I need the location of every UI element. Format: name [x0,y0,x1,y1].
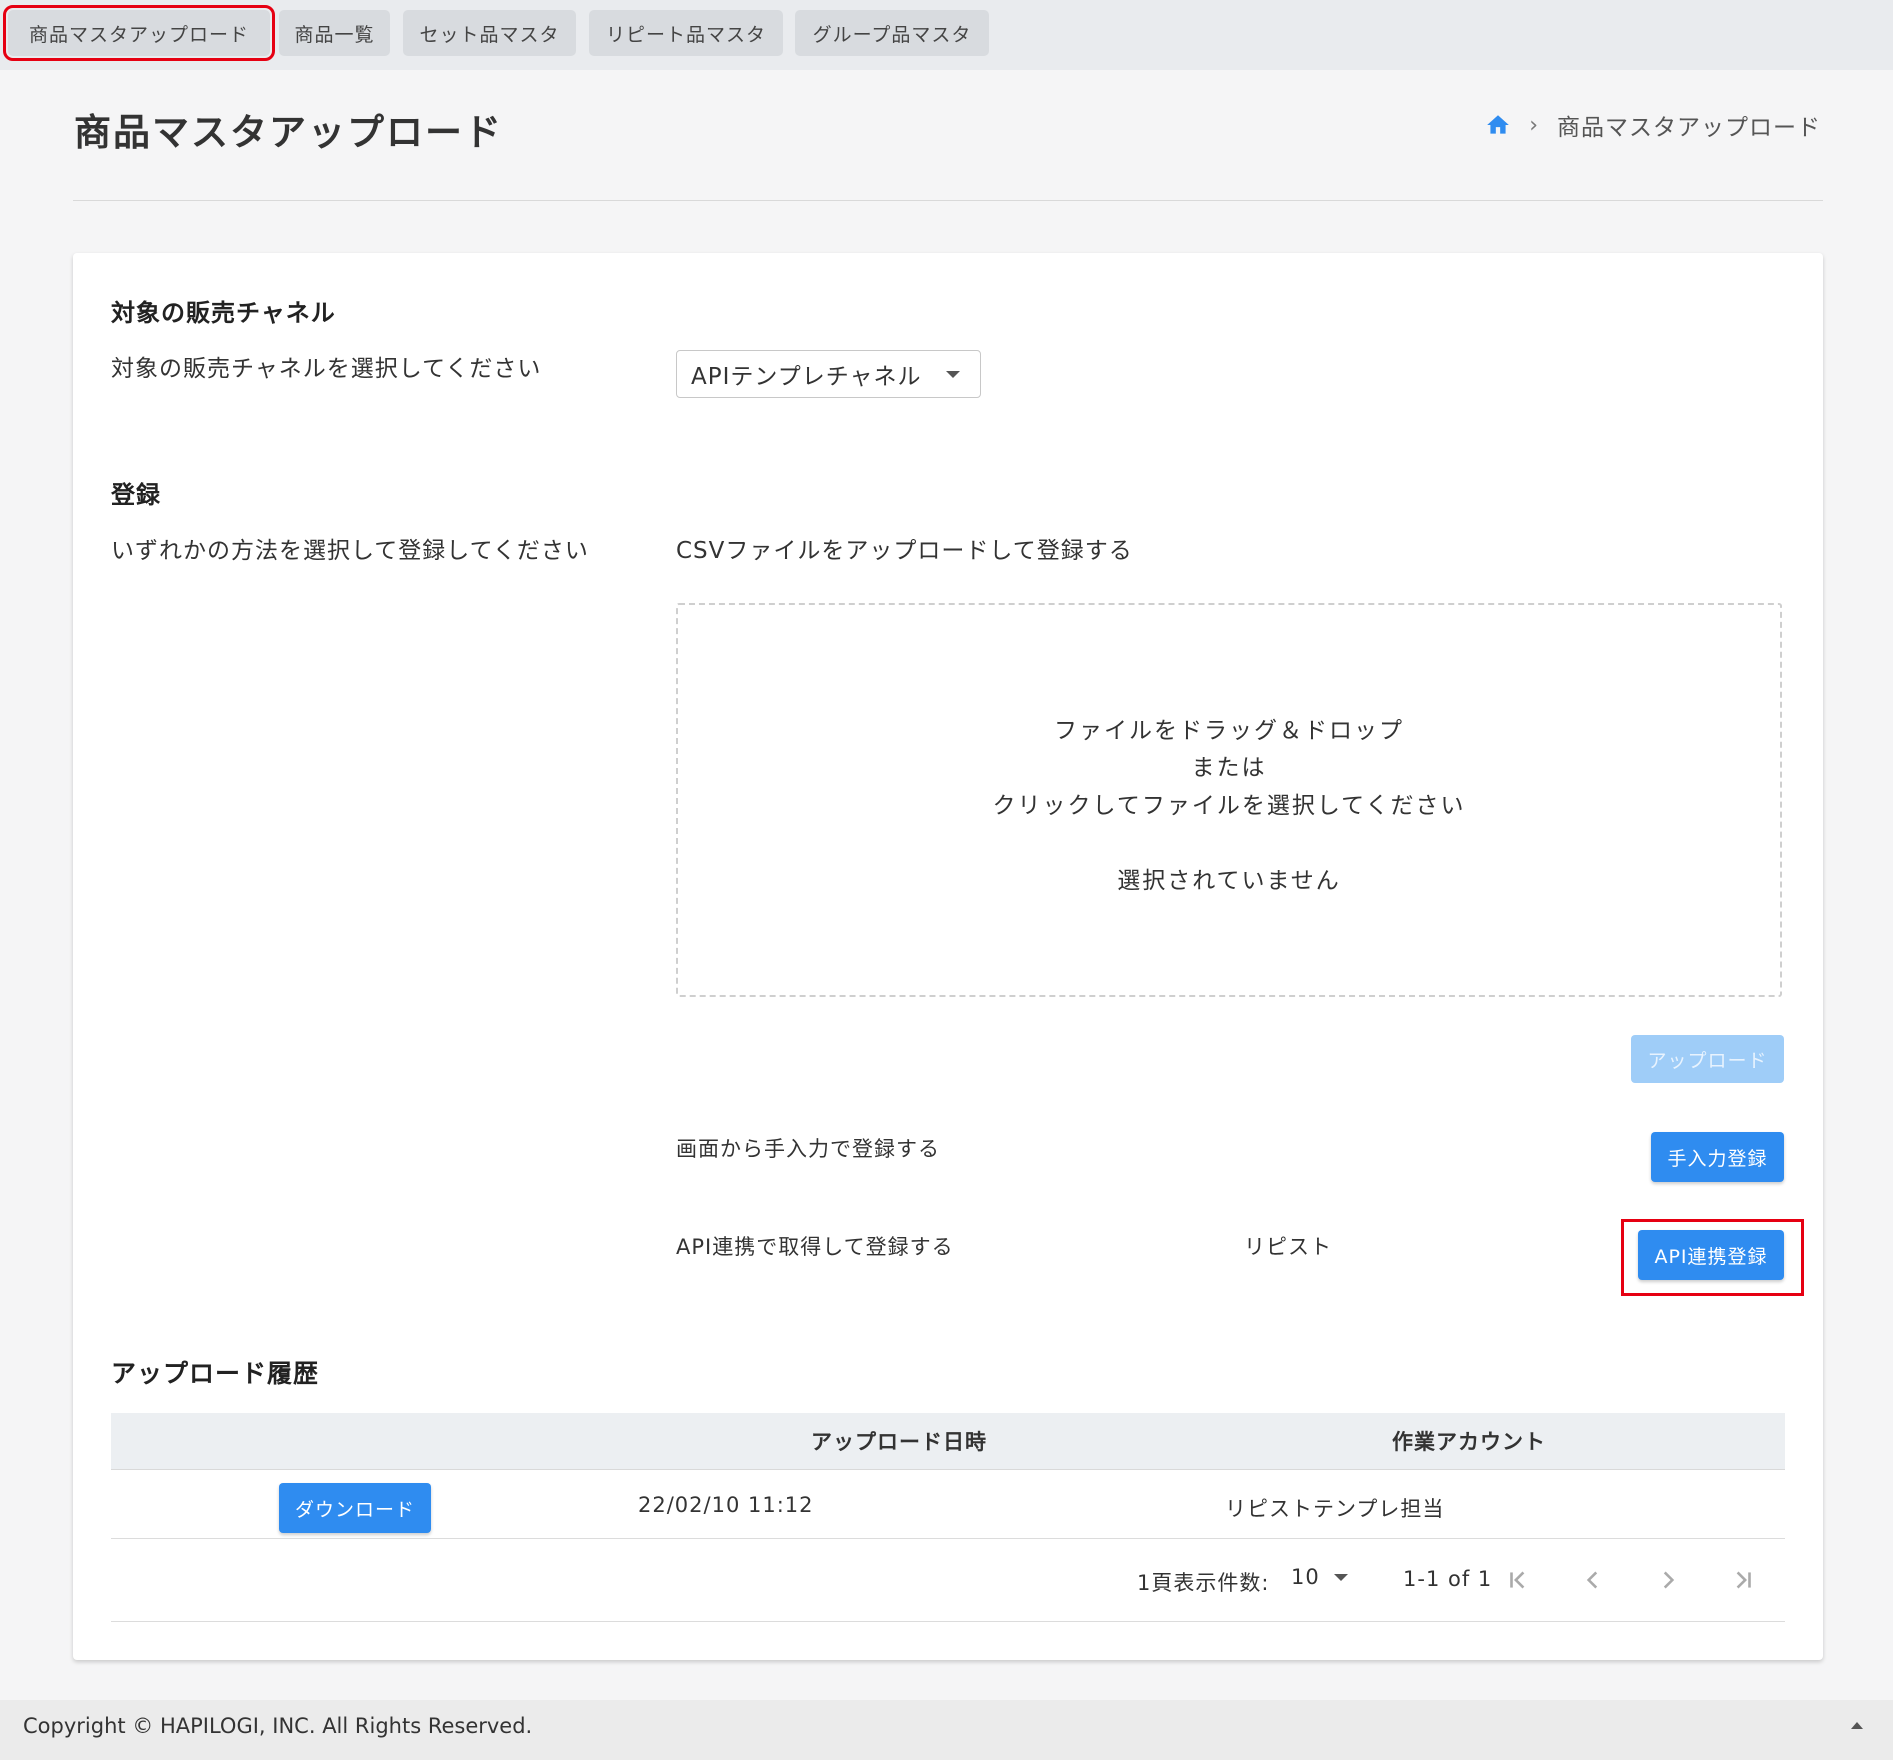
download-button[interactable]: ダウンロード [279,1483,431,1533]
manual-entry-label: 画面から手入力で登録する [676,1137,940,1161]
channel-select[interactable]: APIテンプレチャネル [676,350,981,398]
dropzone-file-status: 選択されていません [1117,868,1341,894]
channel-description: 対象の販売チャネルを選択してください [111,356,542,382]
api-register-button[interactable]: API連携登録 [1638,1230,1784,1280]
csv-upload-label: CSVファイルをアップロードして登録する [676,538,1133,564]
column-header-upload-datetime: アップロード日時 [811,1430,987,1454]
rows-per-page-value: 10 [1291,1565,1320,1589]
row-divider [111,1538,1785,1539]
tab-repeat-product-master[interactable]: リピート品マスタ [589,10,783,56]
channel-heading: 対象の販売チャネル [111,299,336,327]
first-page-icon[interactable] [1505,1567,1531,1593]
rows-per-page-select[interactable]: 10 [1291,1565,1348,1589]
row-account: リピストテンプレ担当 [1225,1497,1445,1521]
dropzone-text-drag: ファイルをドラッグ＆ドロップ [1054,718,1404,744]
tab-group-product-master[interactable]: グループ品マスタ [795,10,989,56]
scroll-top-icon[interactable] [1851,1722,1863,1729]
tab-set-product-master[interactable]: セット品マスタ [403,10,576,56]
breadcrumb-current: 商品マスタアップロード [1557,115,1821,141]
breadcrumb: › 商品マスタアップロード [1485,108,1821,142]
footer: Copyright © HAPILOGI, INC. All Rights Re… [0,1700,1893,1760]
manual-entry-button[interactable]: 手入力登録 [1651,1132,1784,1182]
rows-per-page-label: 1頁表示件数: [1137,1571,1270,1595]
next-page-icon[interactable] [1655,1567,1681,1593]
caret-down-icon [946,371,960,378]
caret-down-icon [1333,1573,1348,1581]
page-title: 商品マスタアップロード [74,111,503,154]
register-heading: 登録 [111,481,161,509]
pagination-range: 1-1 of 1 [1403,1567,1493,1591]
home-icon[interactable] [1485,112,1511,138]
api-register-label: API連携で取得して登録する [676,1235,954,1259]
dropzone-text-click: クリックしてファイルを選択してください [992,793,1466,819]
file-dropzone[interactable]: ファイルをドラッグ＆ドロップ または クリックしてファイルを選択してください 選… [676,603,1782,997]
header-divider [73,200,1823,201]
tab-product-master-upload[interactable]: 商品マスタアップロード [3,5,275,61]
table-bottom-divider [111,1621,1785,1622]
dropzone-text-or: または [1191,755,1267,781]
chevron-right-icon: › [1529,112,1539,138]
copyright-text: Copyright © HAPILOGI, INC. All Rights Re… [23,1714,533,1738]
previous-page-icon[interactable] [1580,1567,1606,1593]
tab-product-list[interactable]: 商品一覧 [279,10,390,56]
column-header-account: 作業アカウント [1392,1430,1546,1454]
last-page-icon[interactable] [1730,1567,1756,1593]
history-heading: アップロード履歴 [111,1359,320,1388]
register-description: いずれかの方法を選択して登録してください [111,538,589,564]
upload-button[interactable]: アップロード [1631,1035,1784,1083]
main-card: 対象の販売チャネル 対象の販売チャネルを選択してください APIテンプレチャネル… [73,253,1823,1660]
history-table-header: アップロード日時 作業アカウント [111,1413,1785,1470]
row-upload-datetime: 22/02/10 11:12 [638,1493,814,1517]
api-target-name: リピスト [1244,1235,1332,1259]
channel-select-value: APIテンプレチャネル [691,364,922,390]
top-tab-bar: 商品マスタアップロード 商品一覧 セット品マスタ リピート品マスタ グループ品マ… [0,0,1893,70]
